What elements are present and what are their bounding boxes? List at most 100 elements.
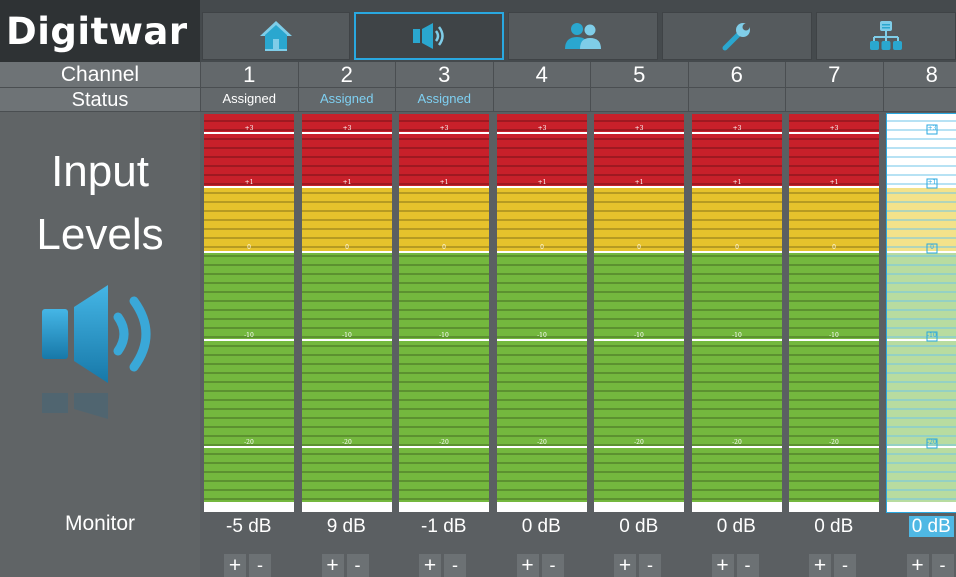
level-meter-bars: +3 +1 0 -10 -20 — [204, 114, 294, 512]
meter-zone-empty — [789, 502, 879, 512]
meter-label: 0 — [637, 244, 641, 251]
monitor-value: 0 dB — [590, 512, 688, 542]
level-meter-bars: +3 +1 0 -10 -20 — [594, 114, 684, 512]
gain-controls: + - — [419, 554, 469, 577]
gain-plus-button[interactable]: + — [321, 554, 344, 577]
channel-number: 1 — [200, 62, 298, 88]
top-bar: Digitwar — [0, 0, 956, 62]
gain-minus-button[interactable]: - — [249, 554, 271, 577]
gain-minus-button[interactable]: - — [931, 554, 954, 577]
status-header: Status — [0, 88, 200, 112]
meter-label: 0 — [930, 244, 934, 251]
level-meter-bars: +3 +1 0 -10 -20 — [496, 114, 587, 512]
level-meter-bars: +3 +1 0 -10 -20 — [399, 114, 489, 512]
gain-plus-button[interactable]: + — [224, 554, 246, 577]
monitor-label: Monitor — [64, 512, 136, 535]
channel-number: 8 — [882, 62, 956, 88]
level-meter-bars: +3 +1 0 -10 -20 — [301, 114, 392, 512]
monitor-value: -1 dB — [395, 512, 493, 542]
level-meter: +3 +1 0 -10 -20 — [496, 114, 587, 512]
meter-label: -10 — [439, 332, 449, 339]
nav-network-tab[interactable] — [816, 12, 956, 60]
channel-number: 5 — [590, 62, 688, 88]
meter-zone-green — [594, 252, 684, 502]
monitor-value-text: -1 dB — [421, 516, 467, 537]
meter-label: -10 — [927, 332, 937, 339]
meter-label: +1 — [537, 179, 546, 186]
gain-plus-button[interactable]: + — [614, 554, 636, 577]
meter-label: 0 — [540, 244, 544, 251]
gain-minus-button[interactable]: - — [541, 554, 564, 577]
level-meter: +3 +1 0 -10 -20 — [691, 114, 782, 512]
meter-label: -10 — [342, 332, 352, 339]
meter-label: -20 — [829, 439, 839, 446]
meter-label: -20 — [537, 439, 547, 446]
channel-number: 4 — [492, 62, 590, 88]
logo-text: Digitwar — [6, 9, 188, 53]
channel-column-4: 4 +3 +1 0 -10 -20 0 dB + - — [492, 62, 590, 577]
channel-column-1: 1 Assigned +3 +1 0 -10 -20 -5 dB + - — [200, 62, 298, 577]
meter-label: +1 — [830, 179, 839, 186]
gain-plus-button[interactable]: + — [711, 554, 734, 577]
gain-plus-button[interactable]: + — [419, 554, 441, 577]
speaker-icon — [413, 23, 444, 49]
page-title-line2: Levels — [36, 210, 164, 259]
channel-status — [785, 88, 883, 112]
meter-label: -20 — [439, 439, 449, 446]
meter-label: -20 — [927, 439, 937, 446]
gain-plus-button[interactable]: + — [906, 554, 929, 577]
meter-label: -20 — [634, 439, 644, 446]
meter-label: 0 — [442, 244, 446, 251]
channel-number: 2 — [297, 62, 395, 88]
gain-controls: + - — [321, 554, 372, 577]
app-logo: Digitwar — [0, 0, 200, 62]
monitor-value-text: 0 dB — [619, 516, 659, 537]
gain-plus-button[interactable]: + — [809, 554, 831, 577]
channel-column-6: 6 +3 +1 0 -10 -20 0 dB + - — [687, 62, 786, 577]
channel-column-7: 7 +3 +1 0 -10 -20 0 dB + - — [785, 62, 883, 577]
nav-home-tab[interactable] — [202, 12, 350, 60]
nav-settings-tab[interactable] — [662, 12, 812, 60]
monitor-value-text: 0 dB — [521, 516, 561, 537]
speaker-icon-large — [42, 285, 151, 419]
gain-minus-button[interactable]: - — [834, 554, 856, 577]
gain-minus-button[interactable]: - — [639, 554, 661, 577]
monitor-value: 0 dB — [883, 512, 956, 542]
meter-zone-empty — [301, 502, 392, 512]
gain-minus-button[interactable]: - — [736, 554, 759, 577]
meter-label: +1 — [342, 179, 351, 186]
meter-zone-empty — [886, 502, 956, 512]
monitor-value: -5 dB — [200, 512, 298, 542]
meter-label: -20 — [342, 439, 352, 446]
channel-status: Assigned — [395, 88, 493, 112]
meter-label: -20 — [732, 439, 742, 446]
gain-plus-button[interactable]: + — [516, 554, 539, 577]
meter-label: 0 — [735, 244, 739, 251]
meter-label: +3 — [927, 125, 936, 132]
meter-zone-red — [886, 114, 956, 188]
gain-controls: + - — [809, 554, 859, 577]
channel-status — [687, 88, 785, 112]
channel-status — [492, 88, 590, 112]
meter-label: +1 — [440, 179, 449, 186]
gain-minus-button[interactable]: - — [444, 554, 466, 577]
nav-users-tab[interactable] — [508, 12, 658, 60]
level-meter: +3 +1 0 -10 -20 — [399, 114, 489, 512]
channel-column-3: 3 Assigned +3 +1 0 -10 -20 -1 dB + - — [395, 62, 493, 577]
monitor-value: 0 dB — [688, 512, 786, 542]
meter-zone-green — [496, 252, 587, 502]
meter-zone-green — [691, 252, 782, 502]
wrench-icon — [722, 23, 750, 51]
meter-label: +1 — [927, 179, 936, 186]
meter-label: -10 — [829, 332, 839, 339]
monitor-value-text: 9 dB — [326, 516, 366, 537]
level-meter: +3 +1 0 -10 -20 — [594, 114, 684, 512]
meter-zone-green — [789, 252, 879, 502]
nav-audio-tab[interactable] — [354, 12, 504, 60]
meter-label: -10 — [244, 332, 254, 339]
meter-label: 0 — [247, 244, 251, 251]
meter-label: +3 — [342, 125, 351, 132]
home-icon — [260, 21, 292, 51]
gain-minus-button[interactable]: - — [346, 554, 369, 577]
monitor-value: 0 dB — [785, 512, 883, 542]
